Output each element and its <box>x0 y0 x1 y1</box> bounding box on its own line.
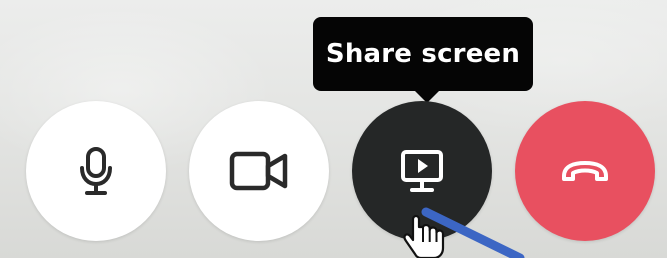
phone-hangup-icon <box>560 160 610 182</box>
end-call-button[interactable] <box>515 101 655 241</box>
toggle-camera-button[interactable] <box>189 101 329 241</box>
mute-microphone-button[interactable] <box>26 101 166 241</box>
tooltip-label: Share screen <box>325 39 521 69</box>
share-screen-tooltip: Share screen <box>313 17 533 91</box>
microphone-icon <box>78 146 114 196</box>
hand-pointer-icon <box>402 214 452 258</box>
call-controls-bar: Share screen <box>0 0 667 258</box>
video-camera-icon <box>229 151 289 191</box>
screen-share-icon <box>400 149 444 193</box>
